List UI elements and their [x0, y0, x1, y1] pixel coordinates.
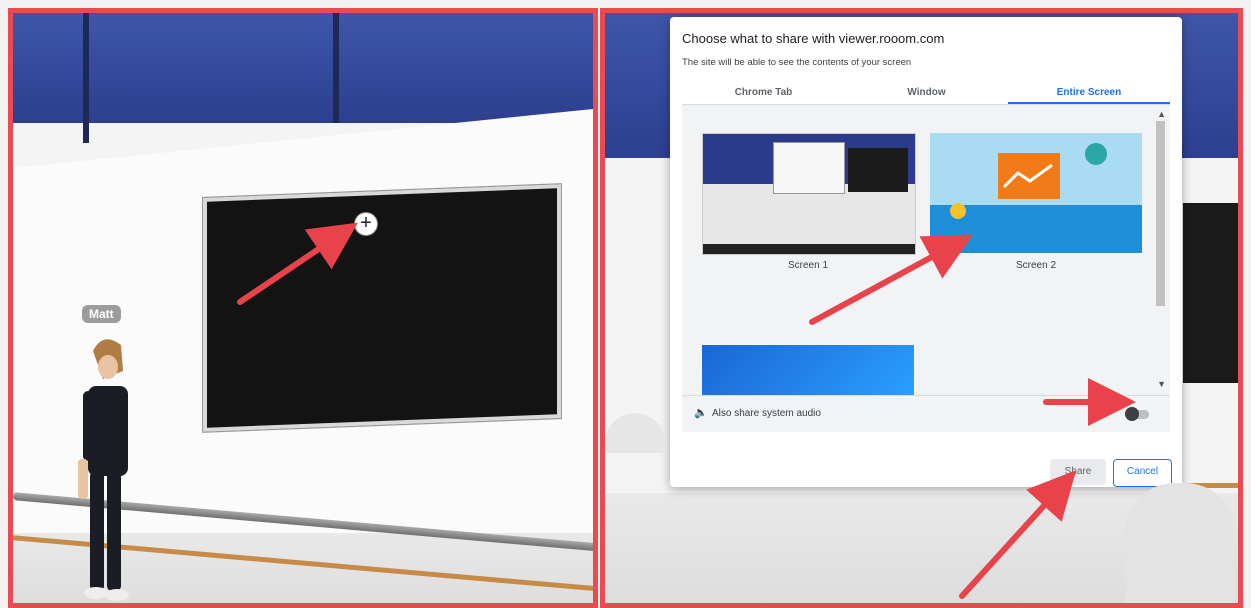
right-scene-panel: Choose what to share with viewer.rooom.c… [600, 8, 1243, 608]
tab-window[interactable]: Window [845, 84, 1008, 104]
bean-bag [1125, 483, 1235, 603]
wall-display-screen[interactable] [203, 184, 561, 432]
window-frame [333, 13, 339, 123]
audio-share-label: Also share system audio [712, 408, 821, 419]
speaker-icon: 🔈 [694, 407, 708, 419]
screen-1-thumbnail[interactable] [702, 133, 916, 255]
screen-1-label: Screen 1 [787, 260, 829, 271]
screen-grid: Screen 1 Screen 2 ▲ ▼ [682, 105, 1170, 395]
grid-scrollbar[interactable] [1156, 121, 1165, 306]
screen-3-thumbnail[interactable] [702, 345, 914, 395]
scroll-up-icon[interactable]: ▲ [1157, 109, 1166, 119]
avatar-name-tag: Matt [82, 305, 121, 323]
add-content-button[interactable]: + [354, 212, 378, 236]
dialog-subtitle: The site will be able to see the content… [682, 57, 912, 68]
wall-display-edge [1183, 203, 1238, 383]
avatar [78, 339, 129, 601]
screen-2-thumbnail[interactable] [930, 133, 1142, 253]
screen-2-label: Screen 2 [1015, 260, 1057, 271]
share-screen-dialog: Choose what to share with viewer.rooom.c… [670, 17, 1182, 487]
tab-chrome-tab[interactable]: Chrome Tab [682, 84, 845, 104]
share-button[interactable]: Share [1050, 459, 1106, 485]
scroll-down-icon[interactable]: ▼ [1157, 379, 1166, 389]
audio-toggle-knob[interactable] [1125, 407, 1139, 421]
cancel-button[interactable]: Cancel [1113, 459, 1172, 487]
chair [605, 413, 665, 453]
audio-share-row: 🔈 Also share system audio [682, 395, 1170, 432]
left-scene-panel: + Matt [8, 8, 598, 608]
source-tabs: Chrome Tab Window Entire Screen [682, 84, 1170, 105]
window-glass [13, 13, 593, 123]
window-frame [83, 13, 89, 143]
dialog-title: Choose what to share with viewer.rooom.c… [682, 31, 945, 46]
tab-entire-screen[interactable]: Entire Screen [1008, 84, 1170, 104]
